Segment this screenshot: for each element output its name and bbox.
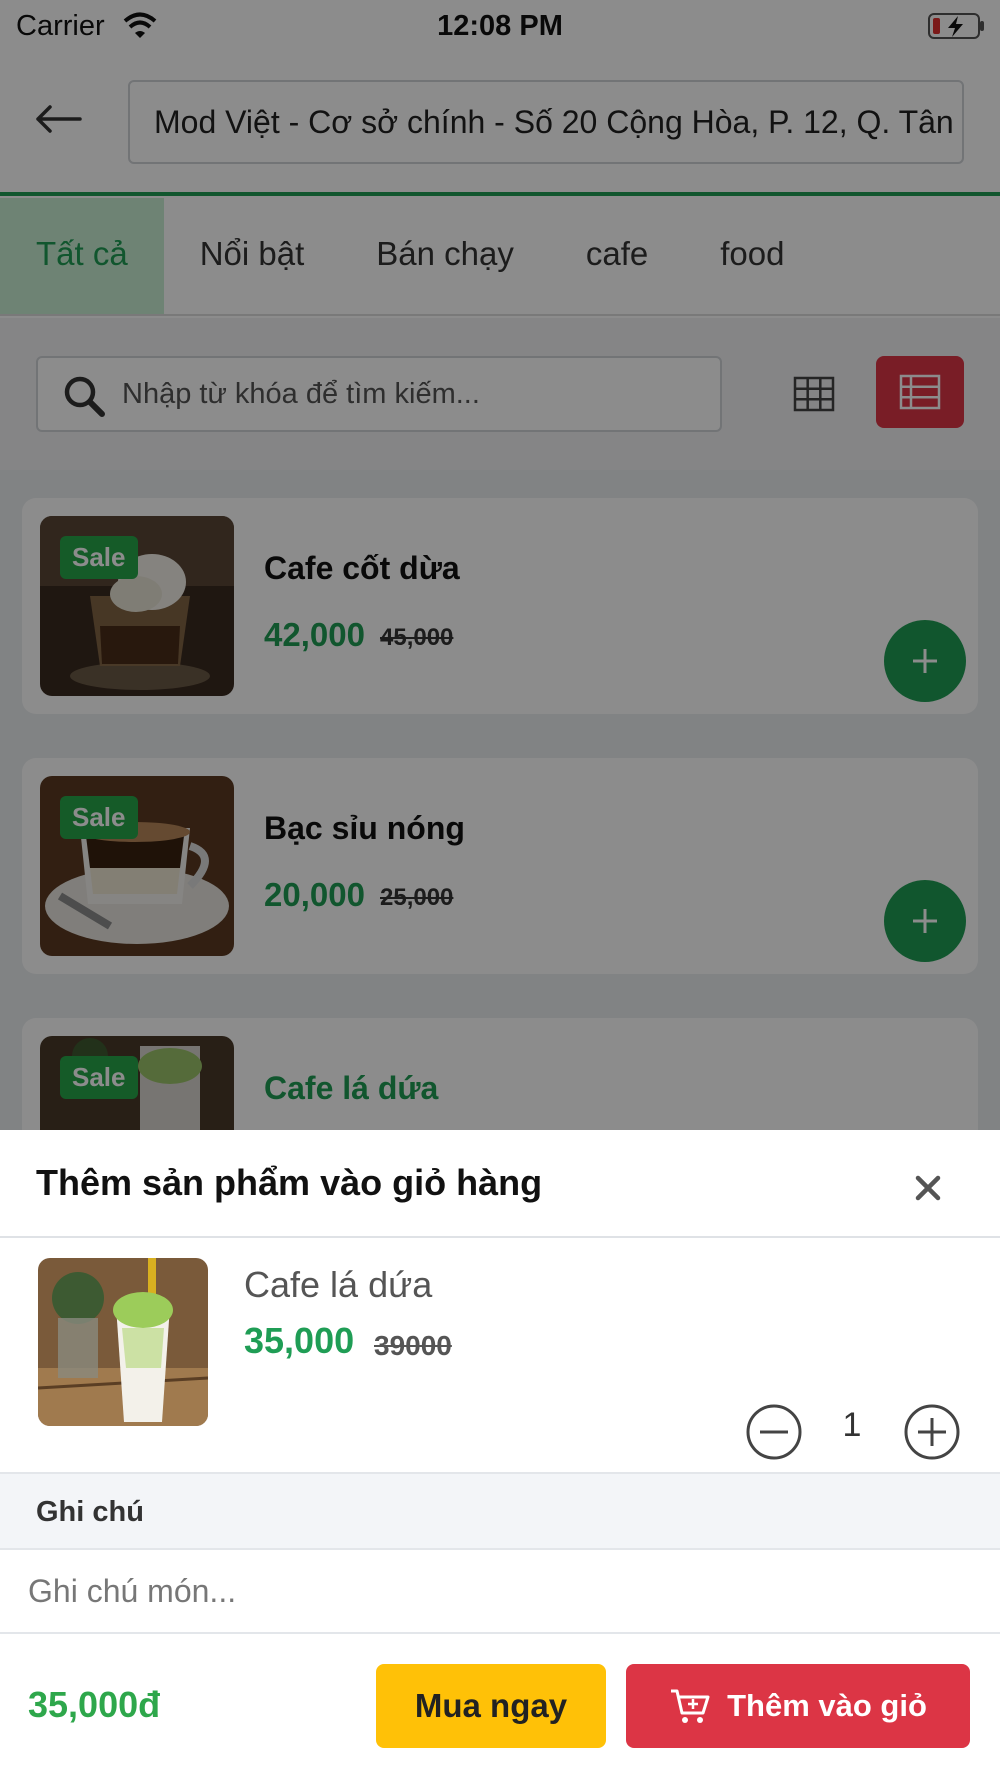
sheet-title: Thêm sản phẩm vào giỏ hàng — [36, 1162, 543, 1203]
quantity-value: 1 — [842, 1406, 862, 1444]
add-to-cart-confirm-button[interactable]: Thêm vào giỏ — [626, 1664, 970, 1748]
buy-now-button[interactable]: Mua ngay — [376, 1664, 606, 1748]
sheet-footer: 35,000đ Mua ngay Thêm vào giỏ — [0, 1634, 1000, 1778]
minus-circle-icon[interactable] — [744, 1402, 804, 1462]
note-input[interactable] — [0, 1550, 1000, 1634]
sheet-product-name: Cafe lá dứa — [244, 1264, 433, 1305]
sheet-product-price: 35,000 — [244, 1320, 355, 1361]
cart-icon — [671, 1689, 710, 1723]
close-icon — [915, 1175, 941, 1201]
buy-now-label: Mua ngay — [414, 1687, 568, 1724]
sheet-product-info: Cafe lá dứa 35,000 39000 1 — [0, 1238, 1000, 1472]
plus-circle-icon[interactable] — [902, 1402, 962, 1462]
product-image — [38, 1258, 208, 1426]
sheet-header: Thêm sản phẩm vào giỏ hàng — [0, 1130, 1000, 1238]
note-label: Ghi chú — [36, 1496, 144, 1528]
note-section-header: Ghi chú — [0, 1472, 1000, 1550]
add-to-cart-label: Thêm vào giỏ — [727, 1688, 927, 1723]
sheet-product-old-price: 39000 — [374, 1330, 452, 1361]
add-to-cart-sheet: Thêm sản phẩm vào giỏ hàng Cafe lá dứa 3… — [0, 1130, 1000, 1778]
total-price: 35,000đ — [28, 1684, 161, 1725]
close-button[interactable] — [900, 1160, 956, 1216]
